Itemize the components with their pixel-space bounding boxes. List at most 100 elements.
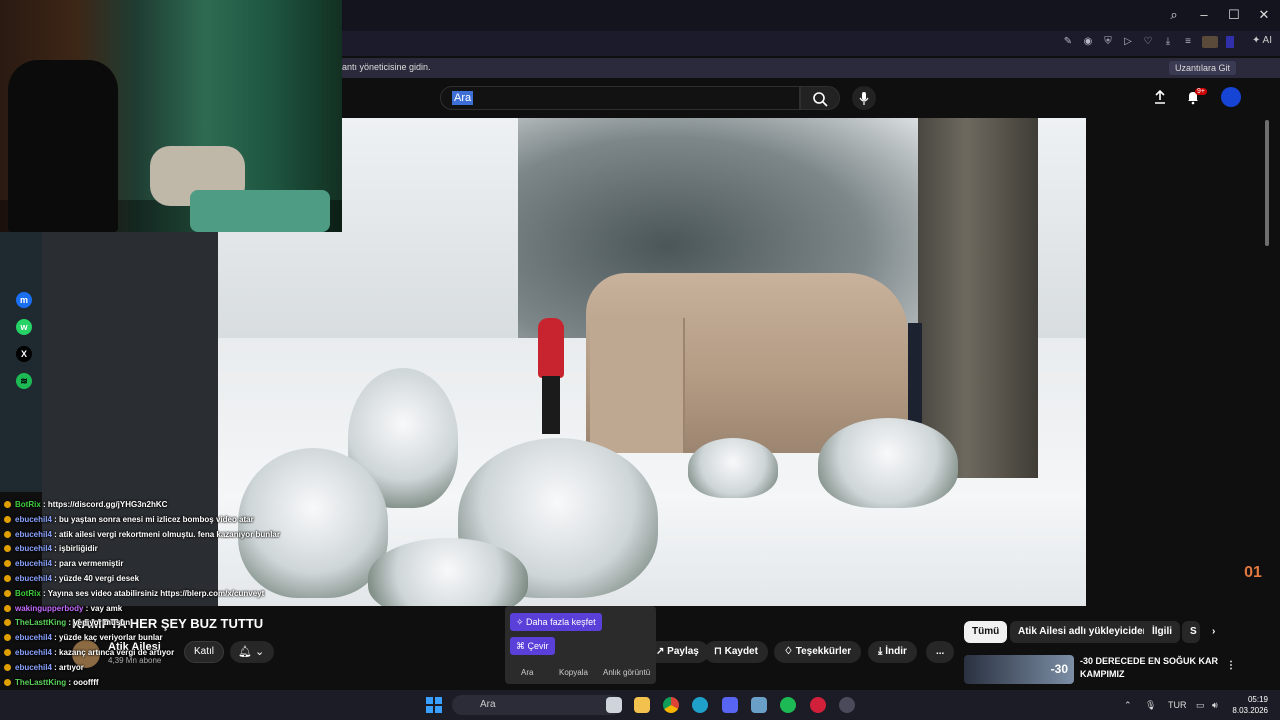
chat-badge-icon — [4, 530, 11, 538]
search-selected-text: Ara — [452, 91, 474, 105]
video-player[interactable] — [218, 118, 1086, 606]
ai-button[interactable]: ✦ AI — [1252, 35, 1272, 46]
tray-mic-icon[interactable]: 🎙︎ — [1145, 700, 1156, 711]
page-scrollbar[interactable] — [1265, 120, 1269, 246]
edit-icon[interactable]: ✎ — [1062, 36, 1074, 48]
chat-username[interactable]: ebucehil4 — [15, 648, 52, 657]
chat-username[interactable]: ebucehil4 — [15, 574, 52, 583]
task-view-icon[interactable] — [606, 697, 622, 713]
chat-message: ebucehil4 : artıyor — [4, 663, 84, 672]
opera-gx-icon[interactable] — [810, 697, 826, 713]
chat-text: : kazanç artınca vergi de artıyor — [51, 648, 175, 657]
chat-username[interactable]: ebucehil4 — [15, 663, 52, 672]
chat-message: TheLasttKing : yeniyor musun — [4, 618, 130, 627]
search-input[interactable] — [440, 86, 800, 110]
chat-message: BotRix : Yayına ses video atabilirsiniz … — [4, 589, 264, 598]
chat-text: : oooffff — [66, 677, 99, 687]
account-avatar[interactable] — [1221, 87, 1241, 107]
steam-icon[interactable] — [839, 697, 855, 713]
chat-text: : yüzde 40 vergi desek — [51, 574, 140, 583]
search-icon[interactable]: ⌕ — [1168, 7, 1180, 23]
channel-watermark[interactable]: 01 — [1238, 564, 1268, 588]
chat-badge-icon — [4, 619, 11, 627]
network-icon[interactable]: ▭ — [1196, 700, 1205, 711]
thanks-button[interactable]: ♢ Teşekkürler — [774, 641, 862, 663]
chat-username[interactable]: wakingupperbody — [15, 604, 83, 613]
upload-icon[interactable] — [1152, 89, 1168, 105]
chrome-icon[interactable] — [663, 697, 679, 713]
minimize-icon[interactable]: – — [1198, 7, 1210, 23]
search-button[interactable] — [800, 86, 840, 110]
chat-username[interactable]: TheLasttKing — [15, 678, 66, 687]
messenger-icon[interactable]: m — [16, 292, 32, 308]
taskbar-search[interactable]: Ara — [452, 695, 622, 715]
recommended-thumbnail[interactable]: -30 — [964, 655, 1074, 684]
video-person-dark — [908, 323, 922, 423]
chat-text: : para vermemiştir — [51, 559, 124, 569]
search-placeholder: Ara — [480, 699, 496, 710]
menu-icon[interactable]: ≡ — [1182, 36, 1194, 48]
chat-username[interactable]: BotRix — [15, 500, 41, 509]
download-icon[interactable]: ⤓ — [1162, 36, 1174, 48]
translate-icon: ⌘ — [516, 641, 528, 651]
edge-icon[interactable] — [692, 697, 708, 713]
tray-chevron-icon[interactable]: ⌃ — [1124, 700, 1132, 711]
popup-search[interactable]: Ara — [521, 668, 533, 677]
heart-icon[interactable]: ♡ — [1142, 36, 1154, 48]
chat-username[interactable]: ebucehil4 — [15, 559, 52, 568]
recommended-title[interactable]: -30 DERECEDE EN SOĞUK KAR KAMPIMIZ — [1080, 655, 1220, 681]
chat-badge-icon — [4, 515, 11, 523]
clock-date: 8.03.2026 — [1232, 706, 1268, 715]
whatsapp-icon[interactable]: w — [16, 319, 32, 335]
translate-button[interactable]: ⌘ Çevir — [510, 637, 555, 655]
chat-username[interactable]: ebucehil4 — [15, 544, 52, 553]
voice-search-button[interactable] — [852, 86, 876, 110]
chip-all[interactable]: Tümü — [964, 621, 1008, 643]
chat-username[interactable]: ebucehil4 — [15, 515, 52, 524]
translate-label: Çevir — [527, 641, 549, 651]
chevron-right-icon[interactable]: › — [1204, 621, 1224, 643]
x-icon[interactable]: X — [16, 346, 32, 362]
more-actions-button[interactable]: ... — [926, 641, 955, 663]
explore-label: Daha fazla keşfet — [526, 617, 596, 627]
chip-more[interactable]: S — [1182, 621, 1200, 643]
play-icon[interactable]: ▷ — [1122, 36, 1134, 48]
chat-badge-icon — [4, 678, 11, 686]
windows-start-icon[interactable] — [426, 697, 442, 713]
shield-icon[interactable]: ⛨ — [1102, 36, 1114, 48]
chat-username[interactable]: BotRix — [15, 589, 41, 598]
popup-copy[interactable]: Kopyala — [559, 668, 588, 677]
clock-time: 05:19 — [1247, 695, 1268, 704]
ai-label: AI — [1262, 35, 1272, 46]
go-to-extensions-button[interactable]: Uzantılara Git — [1168, 61, 1236, 75]
volume-icon[interactable]: 🔊︎ — [1212, 700, 1218, 711]
spotify-taskbar-icon[interactable] — [780, 697, 796, 713]
spotify-icon[interactable]: ≋ — [16, 373, 32, 389]
download-button[interactable]: ⤓ İndir — [868, 641, 917, 663]
language-indicator[interactable]: TUR — [1168, 700, 1187, 710]
explore-more-button[interactable]: ✧ Daha fazla keşfet — [510, 613, 602, 631]
chip-from-uploader[interactable]: Atik Ailesi adlı yükleyiciden — [1010, 621, 1157, 643]
chat-badge-icon — [4, 501, 11, 508]
chat-username[interactable]: ebucehil4 — [15, 633, 52, 642]
pillow — [190, 190, 330, 232]
kebab-menu-icon[interactable]: ⋮ — [1218, 655, 1244, 677]
profile-icon[interactable] — [1202, 36, 1218, 48]
camera-icon[interactable]: ◉ — [1082, 36, 1094, 48]
chat-username[interactable]: ebucehil4 — [15, 530, 52, 539]
video-person-red — [538, 318, 564, 436]
file-explorer-icon[interactable] — [634, 697, 650, 713]
system-clock[interactable]: 05:19 8.03.2026 — [1224, 694, 1268, 716]
save-button[interactable]: ⊓ Kaydet — [704, 641, 768, 663]
chat-text: : vay amk — [83, 603, 123, 613]
popup-snapshot[interactable]: Anlık görüntü — [603, 668, 650, 677]
chat-text: : yüzde kaç veriyorlar bunlar — [51, 633, 163, 643]
sidebar-icon[interactable] — [1226, 36, 1234, 48]
close-icon[interactable]: ✕ — [1258, 7, 1270, 23]
discord-icon[interactable] — [722, 697, 738, 713]
chat-username[interactable]: TheLasttKing — [15, 618, 66, 627]
secondary-column — [1086, 118, 1280, 606]
chip-related[interactable]: İlgili — [1144, 621, 1180, 643]
app-icon[interactable] — [751, 697, 767, 713]
maximize-icon[interactable]: ☐ — [1228, 7, 1240, 23]
